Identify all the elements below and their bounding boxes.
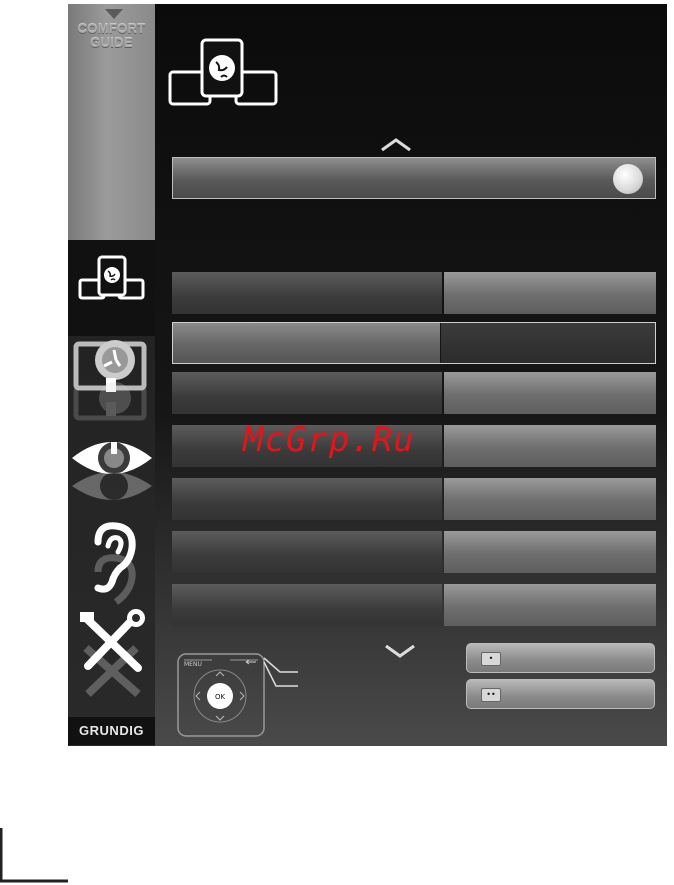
list-item[interactable] xyxy=(172,531,656,573)
globe-screens-icon xyxy=(168,38,278,106)
comfort-guide-label-1: COMFORT xyxy=(77,21,146,36)
comfort-guide-button[interactable]: COMFORT GUIDE xyxy=(68,4,155,240)
sidebar: COMFORT GUIDE GRUNDIG xyxy=(68,4,155,746)
scroll-down-icon[interactable] xyxy=(384,644,416,658)
triangle-down-icon xyxy=(105,9,123,19)
list-item[interactable] xyxy=(172,584,656,626)
list-item[interactable] xyxy=(172,478,656,520)
sidebar-item-sound[interactable] xyxy=(68,522,155,622)
red-key-chip: • xyxy=(481,652,501,666)
eye-icon xyxy=(72,442,152,500)
selector-knob[interactable] xyxy=(613,164,643,194)
comfort-guide-label-2: GUIDE xyxy=(90,35,133,50)
green-button-function[interactable]: •• xyxy=(466,679,655,709)
menu-key-label: MENU xyxy=(184,661,202,668)
watermark-text: McGrp.Ru xyxy=(243,420,415,460)
ear-icon xyxy=(94,522,136,605)
sidebar-item-source[interactable] xyxy=(68,240,155,336)
sidebar-item-settings[interactable] xyxy=(68,608,155,708)
tools-icon xyxy=(80,609,145,697)
red-button-function[interactable]: • xyxy=(466,643,655,673)
green-key-chip: •• xyxy=(481,688,501,702)
ok-key-label: OK xyxy=(215,693,226,701)
remote-navigation-diagram: MENU OK xyxy=(177,653,298,737)
page-corner-mark xyxy=(0,828,68,883)
satellite-dish-icon xyxy=(73,340,147,421)
scroll-up-icon[interactable] xyxy=(380,138,412,152)
tv-menu-screen: COMFORT GUIDE GRUNDIG MENU OK • •• xyxy=(68,4,667,746)
sidebar-item-installation[interactable] xyxy=(68,336,155,436)
globe-screens-icon xyxy=(78,255,145,300)
list-item[interactable] xyxy=(172,372,656,414)
sidebar-item-picture[interactable] xyxy=(68,434,155,534)
brand-logo: GRUNDIG xyxy=(68,717,155,745)
list-item[interactable] xyxy=(172,272,656,314)
selection-bar[interactable] xyxy=(172,157,656,199)
list-item-selected[interactable] xyxy=(172,322,656,364)
